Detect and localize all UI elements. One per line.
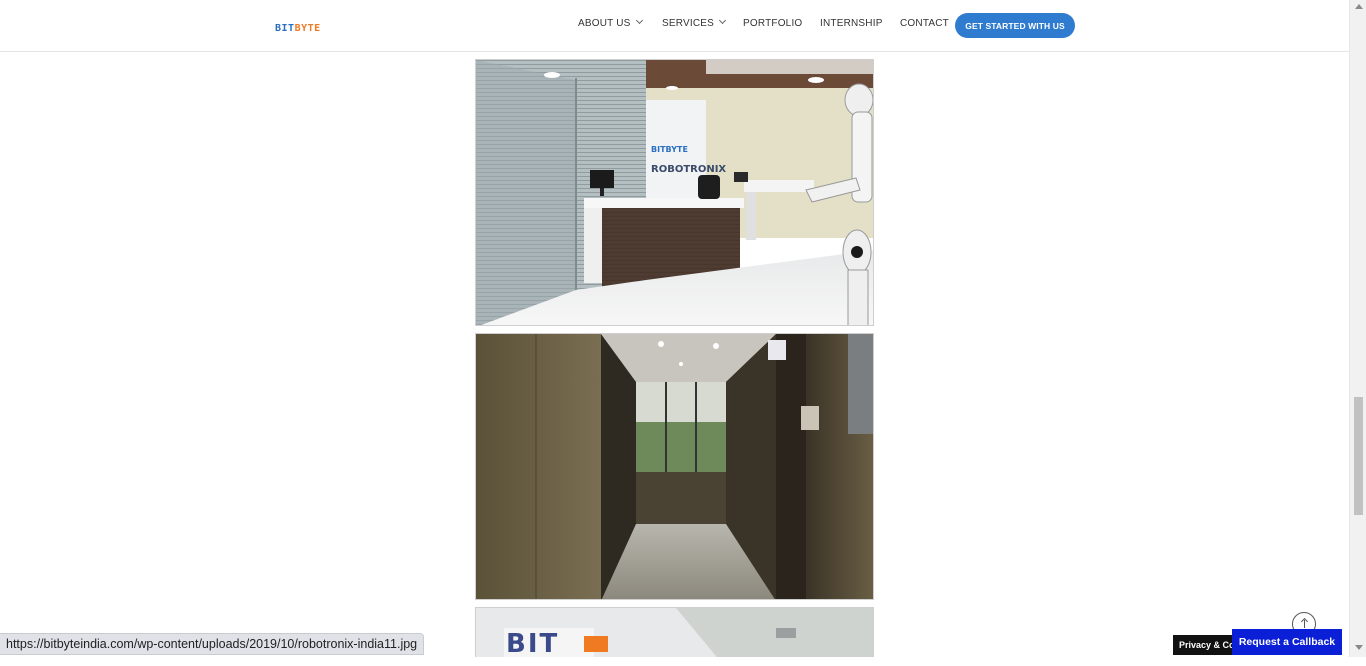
chevron-down-icon — [635, 16, 643, 25]
bottom-strip — [0, 657, 1366, 666]
corridor-image — [476, 334, 873, 599]
logo-text-byte: BYTE — [294, 23, 321, 34]
gallery-photo-corridor[interactable] — [475, 333, 874, 600]
vertical-scrollbar[interactable] — [1349, 0, 1366, 657]
nav-portfolio-label: PORTFOLIO — [743, 18, 803, 29]
scroll-up-arrow-icon[interactable] — [1355, 4, 1363, 9]
chevron-down-icon — [718, 16, 727, 25]
nav-internship[interactable]: INTERNSHIP — [820, 18, 883, 29]
sign-text-top: BITBYTE — [651, 145, 688, 154]
gallery-photo-reception[interactable]: BITBYTE ROBOTRONIX — [475, 59, 874, 326]
sign-text-bottom: ROBOTRONIX — [651, 164, 726, 175]
browser-status-url: https://bitbyteindia.com/wp-content/uplo… — [0, 633, 425, 655]
scroll-down-arrow-icon[interactable] — [1355, 645, 1363, 650]
arrow-up-icon — [1303, 620, 1305, 628]
nav-about-us-label: ABOUT US — [578, 18, 631, 29]
nav-services-label: SERVICES — [662, 18, 714, 29]
logo-wall-image: BIT — [476, 608, 873, 657]
request-callback-button[interactable]: Request a Callback — [1232, 629, 1342, 655]
scrollbar-thumb[interactable] — [1354, 397, 1363, 515]
page-viewport: BITBYTE ABOUT US SERVICES PORTFOLIO INTE… — [0, 0, 1349, 657]
reception-image: BITBYTE ROBOTRONIX — [476, 60, 873, 325]
site-header: BITBYTE ABOUT US SERVICES PORTFOLIO INTE… — [0, 0, 1349, 52]
nav-services[interactable]: SERVICES — [662, 16, 727, 29]
logo-text-bit: BIT — [275, 23, 295, 34]
gallery-photo-logo-wall[interactable]: BIT — [475, 607, 874, 657]
nav-contact[interactable]: CONTACT — [900, 18, 949, 29]
site-logo[interactable]: BITBYTE — [275, 18, 335, 34]
get-started-button[interactable]: GET STARTED WITH US — [955, 13, 1075, 38]
nav-contact-label: CONTACT — [900, 18, 949, 29]
svg-text:BIT: BIT — [506, 629, 559, 657]
nav-internship-label: INTERNSHIP — [820, 18, 883, 29]
nav-portfolio[interactable]: PORTFOLIO — [743, 18, 802, 29]
nav-about-us[interactable]: ABOUT US — [578, 16, 643, 29]
